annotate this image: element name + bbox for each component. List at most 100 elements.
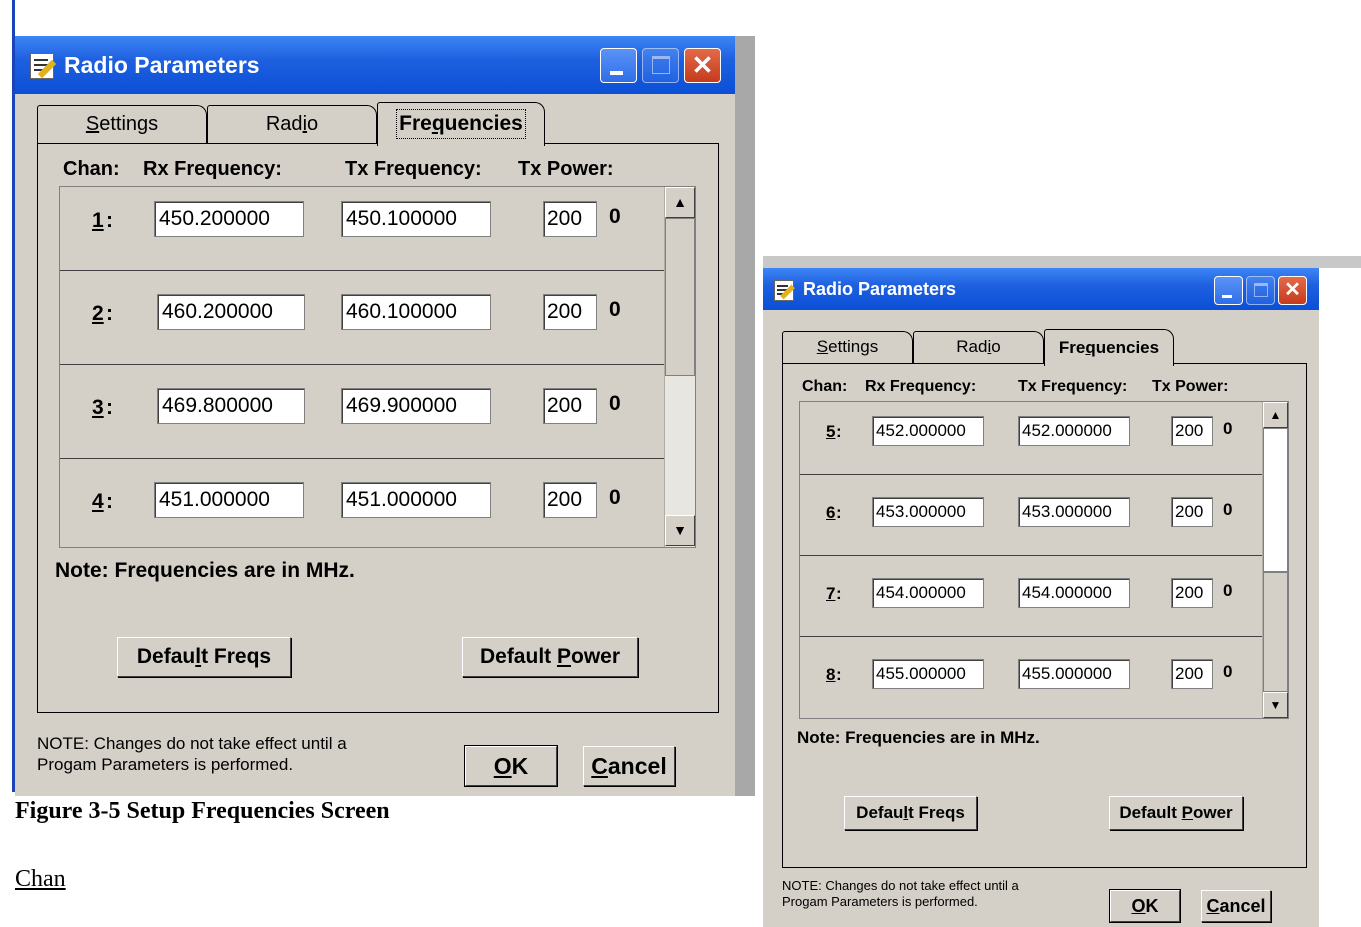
channel-row: 8: 0	[800, 637, 1262, 718]
tx-frequency-field[interactable]	[1018, 416, 1130, 446]
tx-power-level: 0	[609, 298, 621, 321]
channel-colon: :	[106, 490, 113, 513]
tx-power-field[interactable]	[1171, 659, 1213, 689]
note-line-1: NOTE: Changes do not take effect until a	[782, 878, 1019, 893]
scroll-up-arrow-icon: ▲	[1269, 408, 1282, 422]
note-line-2: Progam Parameters is performed.	[782, 894, 978, 910]
program-parameters-note: NOTE: Changes do not take effect until a…	[37, 733, 347, 776]
close-button[interactable]: ✕	[684, 48, 721, 83]
scroll-thumb[interactable]	[665, 218, 695, 376]
tx-power-level: 0	[1223, 581, 1233, 600]
tx-power-field[interactable]	[543, 482, 597, 518]
header-tx-power: Tx Power:	[518, 158, 614, 180]
default-power-button[interactable]: Default Power	[1109, 796, 1243, 830]
scroll-thumb[interactable]	[1263, 428, 1288, 572]
channel-row: 7: 0	[800, 556, 1262, 637]
close-icon: ✕	[1284, 279, 1301, 301]
tx-frequency-field[interactable]	[341, 201, 491, 237]
window-2-top-strip	[763, 256, 1361, 268]
channel-colon: :	[836, 503, 842, 522]
channel-number: 8	[826, 665, 836, 684]
program-parameters-note: NOTE: Changes do not take effect until a…	[782, 878, 1019, 911]
channel-row: 2: 0	[60, 271, 664, 365]
scroll-up-button[interactable]: ▲	[1263, 402, 1288, 428]
scroll-up-button[interactable]: ▲	[665, 187, 695, 218]
close-icon: ✕	[691, 50, 714, 80]
channel-colon: :	[836, 584, 842, 603]
radio-parameters-window-2: Radio Parameters ✕ Settings Radio Freque…	[763, 268, 1319, 927]
channel-colon: :	[836, 665, 842, 684]
default-freqs-button[interactable]: Default Freqs	[844, 796, 977, 830]
channel-row: 5: 0	[800, 402, 1262, 475]
channel-row: 6: 0	[800, 475, 1262, 556]
rx-frequency-field[interactable]	[872, 659, 984, 689]
note-line-2: Progam Parameters is performed.	[37, 755, 294, 775]
vertical-scrollbar[interactable]: ▲ ▼	[1262, 402, 1288, 718]
title-bar[interactable]: Radio Parameters ✕	[763, 268, 1319, 310]
minimize-button[interactable]	[1214, 276, 1243, 305]
tx-power-field[interactable]	[543, 388, 597, 424]
rx-frequency-field[interactable]	[872, 497, 984, 527]
chan-heading: Chan	[15, 866, 66, 892]
cancel-button[interactable]: Cancel	[583, 746, 675, 786]
ok-button[interactable]: OK	[464, 745, 558, 787]
header-tx-frequency: Tx Frequency:	[1018, 378, 1128, 395]
rx-frequency-field[interactable]	[872, 416, 984, 446]
channel-colon: :	[836, 422, 842, 441]
channel-number: 6	[826, 503, 836, 522]
tx-frequency-field[interactable]	[1018, 497, 1130, 527]
rx-frequency-field[interactable]	[157, 388, 305, 424]
rx-frequency-field[interactable]	[157, 294, 305, 330]
tx-frequency-field[interactable]	[341, 294, 491, 330]
tx-power-field[interactable]	[1171, 497, 1213, 527]
close-button[interactable]: ✕	[1278, 276, 1307, 305]
minimize-button[interactable]	[600, 48, 637, 83]
channel-number: 1	[92, 209, 104, 232]
rx-frequency-field[interactable]	[872, 578, 984, 608]
scroll-thumb-lower[interactable]	[1263, 572, 1288, 692]
rx-frequency-field[interactable]	[154, 482, 304, 518]
ok-button[interactable]: OK	[1109, 889, 1181, 923]
default-power-button[interactable]: Default Power	[462, 637, 638, 677]
frequency-unit-note: Note: Frequencies are in MHz.	[55, 559, 355, 582]
minimize-icon	[1222, 295, 1232, 298]
tx-frequency-field[interactable]	[1018, 578, 1130, 608]
tx-frequency-field[interactable]	[341, 388, 491, 424]
rx-frequency-field[interactable]	[154, 201, 304, 237]
maximize-button	[642, 48, 679, 83]
title-bar[interactable]: Radio Parameters ✕	[15, 36, 735, 94]
scroll-down-button[interactable]: ▼	[1263, 692, 1288, 718]
header-chan: Chan:	[802, 378, 848, 395]
default-freqs-button[interactable]: Default Freqs	[117, 637, 291, 677]
channel-number: 2	[92, 302, 104, 325]
tx-power-field[interactable]	[543, 201, 597, 237]
channel-number: 3	[92, 396, 104, 419]
tx-frequency-field[interactable]	[341, 482, 491, 518]
channel-number: 7	[826, 584, 836, 603]
tab-frequencies[interactable]: Frequencies	[377, 102, 545, 146]
tab-radio[interactable]: Radio	[913, 331, 1044, 363]
tx-power-field[interactable]	[1171, 416, 1213, 446]
radio-parameters-window-1: Radio Parameters ✕ Settings Radio Freque…	[15, 36, 755, 796]
tab-settings[interactable]: Settings	[782, 331, 913, 363]
scroll-down-button[interactable]: ▼	[665, 515, 695, 546]
tx-power-level: 0	[1223, 662, 1233, 681]
tx-power-level: 0	[609, 392, 621, 415]
channel-number: 5	[826, 422, 836, 441]
tab-settings[interactable]: Settings	[37, 105, 207, 143]
channel-number: 4	[92, 490, 104, 513]
cancel-button[interactable]: Cancel	[1201, 890, 1271, 922]
tab-radio[interactable]: Radio	[207, 105, 377, 143]
vertical-scrollbar[interactable]: ▲ ▼	[664, 187, 695, 547]
tx-power-field[interactable]	[543, 294, 597, 330]
figure-caption: Figure 3-5 Setup Frequencies Screen	[15, 798, 390, 824]
channel-list: 5: 0 6: 0 7: 0 8: 0 ▲	[799, 401, 1289, 719]
header-tx-power: Tx Power:	[1152, 378, 1229, 395]
tx-power-field[interactable]	[1171, 578, 1213, 608]
channel-colon: :	[106, 302, 113, 325]
tab-frequencies[interactable]: Frequencies	[1044, 329, 1174, 366]
tx-power-level: 0	[609, 205, 621, 228]
tx-frequency-field[interactable]	[1018, 659, 1130, 689]
scroll-down-arrow-icon: ▼	[1269, 698, 1282, 712]
frequency-unit-note: Note: Frequencies are in MHz.	[797, 728, 1040, 747]
